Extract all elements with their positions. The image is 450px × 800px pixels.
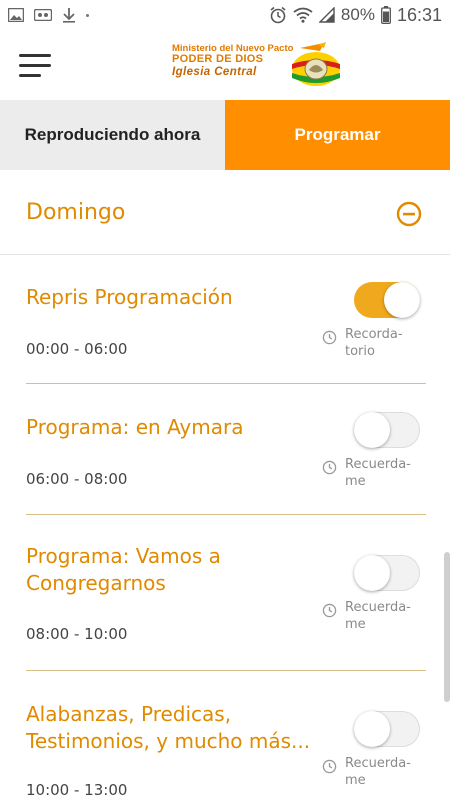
tab-reproduciendo-ahora[interactable]: Reproduciendo ahora (0, 100, 225, 170)
flag-emblem-icon (292, 42, 340, 86)
reminder-toggle[interactable] (354, 282, 420, 318)
clock-icon (322, 759, 337, 774)
program-item: Programa: en Aymara 06:00 - 08:00 Recuer… (0, 385, 450, 515)
alarm-icon (270, 6, 286, 24)
scrollbar-thumb[interactable] (444, 552, 450, 702)
download-icon (63, 8, 75, 23)
collapse-minus-icon[interactable] (396, 201, 422, 227)
status-bar: 80% 16:31 (0, 0, 450, 30)
reminder-toggle[interactable] (354, 412, 420, 448)
reminder-toggle[interactable] (354, 555, 420, 591)
reminder-toggle[interactable] (354, 711, 420, 747)
program-time: 08:00 - 10:00 (26, 625, 128, 643)
program-time: 00:00 - 06:00 (26, 340, 128, 358)
signal-icon (318, 7, 335, 23)
wifi-icon (293, 7, 313, 23)
program-time: 06:00 - 08:00 (26, 470, 128, 488)
program-title: Repris Programación (26, 285, 233, 309)
battery-percent: 80% (340, 5, 375, 24)
app-header: Ministerio del Nuevo Pacto PODER DE DIOS… (0, 30, 450, 101)
clock-time: 16:31 (396, 4, 442, 25)
tab-programar[interactable]: Programar (225, 100, 450, 170)
battery-icon (381, 6, 391, 24)
program-item: Programa: Vamos a Congregarnos 08:00 - 10… (0, 515, 450, 671)
clock-icon (322, 603, 337, 618)
program-title: Alabanzas, Predicas, Testimonios, y mucho… (26, 702, 311, 753)
program-time: 10:00 - 13:00 (26, 781, 128, 799)
program-title: Programa: Vamos a Congregarnos (26, 544, 221, 595)
program-title: Programa: en Aymara (26, 415, 244, 439)
logo-line-3: Iglesia Central (172, 65, 257, 78)
hamburger-menu-button[interactable] (19, 54, 51, 78)
program-item: Repris Programación 00:00 - 06:00 Record… (0, 255, 450, 385)
notification-dot (86, 13, 89, 17)
day-title: Domingo (26, 200, 126, 225)
clock-icon (322, 330, 337, 345)
day-section-header[interactable]: Domingo (0, 170, 450, 255)
logo-line-2: PODER DE DIOS (172, 52, 264, 65)
hamburger-icon (19, 54, 51, 57)
tab-bar: Reproduciendo ahora Programar (0, 100, 450, 170)
church-logo: Ministerio del Nuevo Pacto PODER DE DIOS… (172, 42, 344, 88)
clock-icon (322, 460, 337, 475)
cassette-icon (34, 9, 52, 21)
divider (26, 383, 426, 384)
program-item: Alabanzas, Predicas, Testimonios, y mucho… (0, 671, 450, 800)
image-icon (8, 8, 24, 22)
